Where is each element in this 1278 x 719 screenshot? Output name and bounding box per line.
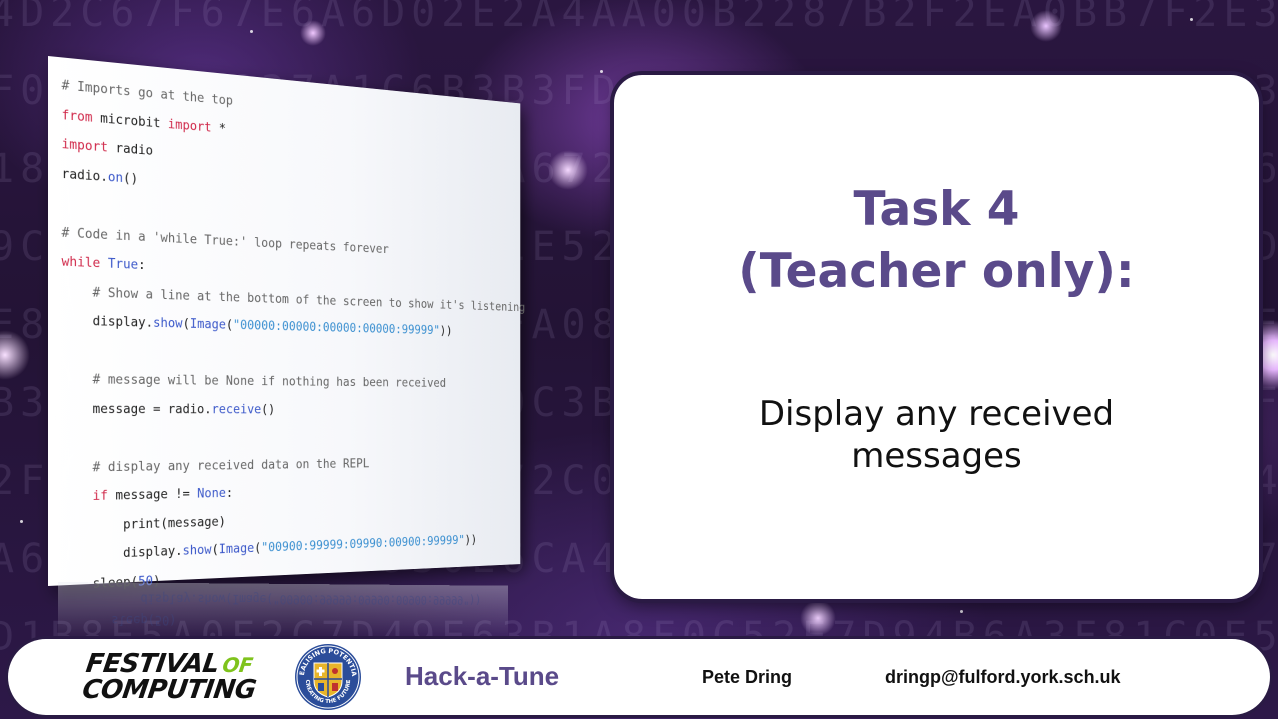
- code-token: :: [225, 485, 234, 501]
- code-reflection: sleep(50) display.show(Image("00900:9999…: [58, 582, 509, 642]
- star: [250, 30, 253, 33]
- hex-row: 4D2C67F67E6A6D02E2A4AA00B2287B2F2EA0BB7F…: [0, 0, 1278, 36]
- code-token: display.: [61, 543, 183, 564]
- code-token: message !=: [107, 486, 198, 504]
- code-token: print(message): [61, 513, 226, 535]
- logo-of: OF: [220, 653, 255, 677]
- code-token: while: [61, 253, 101, 272]
- code-line: # message will be None if nothing has be…: [62, 365, 510, 397]
- bokeh-light: [300, 20, 326, 46]
- school-badge-icon: REALISING POTENTIAL CREATING THE FUTURE: [294, 643, 361, 710]
- star: [1190, 18, 1193, 21]
- bokeh-light: [548, 150, 588, 190]
- task-desc-line2: messages: [851, 436, 1022, 476]
- festival-of-computing-logo: FESTIVALOF COMPUTING: [80, 649, 288, 706]
- code-token: :: [138, 257, 146, 274]
- code-token: if: [92, 487, 108, 504]
- code-token: True: [107, 255, 139, 273]
- code-token: display.: [61, 312, 154, 331]
- code-token: )): [464, 532, 477, 548]
- code-token: )): [439, 323, 453, 339]
- task-desc-line1: Display any received: [758, 394, 1115, 434]
- task-card: Task 4 (Teacher only): Display any recei…: [614, 75, 1259, 599]
- star: [1260, 230, 1263, 233]
- project-name: Hack-a-Tune: [405, 661, 560, 691]
- code-token: radio: [107, 139, 154, 159]
- logo-line2: COMPUTING: [80, 675, 258, 705]
- footer-bar: FESTIVALOF COMPUTING REALISING POTENTIAL…: [8, 639, 1270, 715]
- code-line: message = radio.receive(): [62, 395, 510, 424]
- code-token: # message will be None if nothing has be…: [61, 371, 447, 391]
- code-token: show: [153, 315, 183, 332]
- code-token: Image: [218, 540, 255, 558]
- code-token: (): [261, 401, 276, 417]
- code-token: message = radio.: [61, 400, 212, 417]
- task-title-line1: Task 4: [853, 182, 1020, 237]
- code-token: receive: [211, 401, 262, 417]
- code-token: from: [61, 106, 93, 126]
- code-token: (: [225, 317, 234, 333]
- code-token: (: [211, 541, 219, 558]
- star: [960, 610, 963, 613]
- code-token: Image: [189, 316, 226, 333]
- code-token: "00000:00000:00000:00000:99999": [233, 317, 440, 338]
- task-title-line2: (Teacher only):: [738, 244, 1135, 299]
- reflection-text: sleep(50) display.show(Image("00900:9999…: [111, 590, 482, 627]
- presenter-name: Pete Dring: [702, 667, 793, 687]
- star: [600, 70, 603, 73]
- code-token: show: [182, 542, 212, 559]
- code-token: radio.: [61, 165, 108, 185]
- code-token: import: [61, 136, 108, 156]
- code-token: "00900:99999:09990:00900:99999": [261, 533, 465, 556]
- bokeh-light: [1030, 10, 1062, 42]
- code-token: *: [211, 119, 226, 137]
- code-token: (): [123, 169, 139, 187]
- task-description: Display any received messages: [614, 393, 1259, 477]
- presenter-email: dringp@fulford.york.sch.uk: [885, 667, 1121, 687]
- code-token: microbit: [92, 109, 168, 132]
- code-token: on: [107, 168, 124, 186]
- code-panel: # Imports go at the top from microbit imp…: [48, 56, 525, 591]
- task-title: Task 4 (Teacher only):: [614, 179, 1259, 303]
- bokeh-light: [800, 600, 836, 636]
- code-token: None: [197, 485, 226, 502]
- code-token: import: [167, 115, 212, 135]
- star: [20, 520, 23, 523]
- code-panel-wrapper: # Imports go at the top from microbit imp…: [48, 56, 525, 591]
- code-token: # display any received data on the REPL: [61, 455, 370, 476]
